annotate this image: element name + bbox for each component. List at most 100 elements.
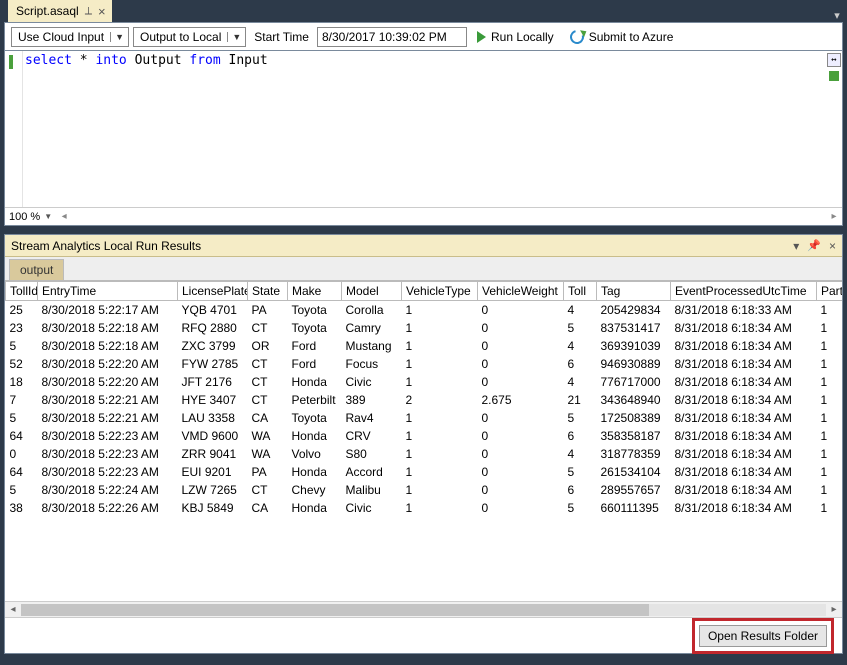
close-icon[interactable]: × xyxy=(98,5,106,18)
query-editor[interactable]: select * into Output from Input ↔ xyxy=(5,51,842,207)
cell: 5 xyxy=(564,409,597,427)
scroll-right-icon[interactable]: ▸ xyxy=(826,604,842,615)
column-header[interactable]: Partition xyxy=(817,282,843,301)
cell: 25 xyxy=(6,301,38,320)
open-results-folder-button[interactable]: Open Results Folder xyxy=(699,625,827,647)
table-row[interactable]: 528/30/2018 5:22:20 AMFYW 2785CTFordFocu… xyxy=(6,355,843,373)
scroll-left-icon[interactable]: ◂ xyxy=(5,604,21,615)
cell: 6 xyxy=(564,427,597,445)
run-locally-button[interactable]: Run Locally xyxy=(471,26,560,48)
column-header[interactable]: EntryTime xyxy=(38,282,178,301)
cell: 289557657 xyxy=(597,481,671,499)
cell: 389 xyxy=(342,391,402,409)
column-header[interactable]: VehicleType xyxy=(402,282,478,301)
zoom-level[interactable]: 100 % xyxy=(5,211,44,223)
scroll-left-icon[interactable]: ◂ xyxy=(56,211,72,222)
table-row[interactable]: 58/30/2018 5:22:24 AMLZW 7265CTChevyMali… xyxy=(6,481,843,499)
cell: Focus xyxy=(342,355,402,373)
zoom-dropdown-icon[interactable]: ▼ xyxy=(44,212,56,221)
document-tab[interactable]: Script.asaql ⟂ × xyxy=(8,0,112,22)
editor-status-bar: 100 % ▼ ◂ ▸ xyxy=(5,207,842,225)
cell: 1 xyxy=(817,499,843,517)
tab-overflow-dropdown-icon[interactable]: ▾ xyxy=(827,9,847,22)
pin-icon[interactable]: 📌 xyxy=(807,239,821,252)
cell: Toyota xyxy=(288,319,342,337)
cell: 8/31/2018 6:18:34 AM xyxy=(671,409,817,427)
table-row[interactable]: 648/30/2018 5:22:23 AMEUI 9201PAHondaAcc… xyxy=(6,463,843,481)
cell: 1 xyxy=(817,463,843,481)
cell: 8/30/2018 5:22:21 AM xyxy=(38,409,178,427)
chevron-down-icon[interactable]: ▼ xyxy=(227,32,245,42)
start-time-label: Start Time xyxy=(250,30,313,44)
results-grid-scroll[interactable]: TollIdEntryTimeLicensePlateStateMakeMode… xyxy=(5,281,842,601)
column-header[interactable]: EventProcessedUtcTime xyxy=(671,282,817,301)
cell: 5 xyxy=(6,337,38,355)
cell: CRV xyxy=(342,427,402,445)
cell: 8/31/2018 6:18:34 AM xyxy=(671,337,817,355)
table-row[interactable]: 188/30/2018 5:22:20 AMJFT 2176CTHondaCiv… xyxy=(6,373,843,391)
cell: Civic xyxy=(342,373,402,391)
cell: 1 xyxy=(817,391,843,409)
cell: 0 xyxy=(478,373,564,391)
column-header[interactable]: State xyxy=(248,282,288,301)
output-target-combo[interactable]: Output to Local ▼ xyxy=(133,27,246,47)
document-tabstrip: Script.asaql ⟂ × ▾ xyxy=(0,0,847,22)
column-header[interactable]: VehicleWeight xyxy=(478,282,564,301)
cell: 0 xyxy=(478,463,564,481)
cell: 38 xyxy=(6,499,38,517)
cell: 4 xyxy=(564,373,597,391)
cell: Mustang xyxy=(342,337,402,355)
query-toolbar: Use Cloud Input ▼ Output to Local ▼ Star… xyxy=(4,22,843,50)
cell: 8/31/2018 6:18:34 AM xyxy=(671,319,817,337)
open-results-folder-label: Open Results Folder xyxy=(708,629,818,643)
window-menu-dropdown-icon[interactable]: ▾ xyxy=(793,239,799,253)
cell: Toyota xyxy=(288,409,342,427)
column-header[interactable]: LicensePlate xyxy=(178,282,248,301)
table-row[interactable]: 388/30/2018 5:22:26 AMKBJ 5849CAHondaCiv… xyxy=(6,499,843,517)
cell: 660111395 xyxy=(597,499,671,517)
cell: CT xyxy=(248,355,288,373)
pin-icon[interactable]: ⟂ xyxy=(85,5,92,18)
input-source-combo[interactable]: Use Cloud Input ▼ xyxy=(11,27,129,47)
close-icon[interactable]: × xyxy=(829,239,836,253)
column-header[interactable]: Toll xyxy=(564,282,597,301)
cell: 7 xyxy=(6,391,38,409)
cell: ZRR 9041 xyxy=(178,445,248,463)
cell: 1 xyxy=(402,337,478,355)
output-tab[interactable]: output xyxy=(9,259,64,280)
query-editor-pane: select * into Output from Input ↔ 100 % … xyxy=(4,50,843,226)
table-row[interactable]: 58/30/2018 5:22:18 AMZXC 3799ORFordMusta… xyxy=(6,337,843,355)
cell: 1 xyxy=(402,319,478,337)
table-row[interactable]: 78/30/2018 5:22:21 AMHYE 3407CTPeterbilt… xyxy=(6,391,843,409)
table-row[interactable]: 258/30/2018 5:22:17 AMYQB 4701PAToyotaCo… xyxy=(6,301,843,320)
chevron-down-icon[interactable]: ▼ xyxy=(110,32,128,42)
column-header[interactable]: Model xyxy=(342,282,402,301)
column-header[interactable]: TollId xyxy=(6,282,38,301)
horizontal-scrollbar[interactable]: ◂ ▸ xyxy=(5,601,842,617)
cell: 0 xyxy=(478,445,564,463)
split-horizontal-icon[interactable]: ↔ xyxy=(827,53,841,67)
results-footer: Open Results Folder xyxy=(5,617,842,653)
cell: Malibu xyxy=(342,481,402,499)
scroll-right-icon[interactable]: ▸ xyxy=(826,211,842,222)
column-header[interactable]: Make xyxy=(288,282,342,301)
cell: 8/30/2018 5:22:17 AM xyxy=(38,301,178,320)
start-time-input[interactable] xyxy=(317,27,467,47)
cell: Volvo xyxy=(288,445,342,463)
cell: 8/31/2018 6:18:34 AM xyxy=(671,499,817,517)
cell: HYE 3407 xyxy=(178,391,248,409)
output-tabstrip: output xyxy=(5,257,842,281)
cell: 5 xyxy=(564,499,597,517)
scrollbar-track[interactable] xyxy=(21,604,826,616)
column-header[interactable]: Tag xyxy=(597,282,671,301)
table-row[interactable]: 58/30/2018 5:22:21 AMLAU 3358CAToyotaRav… xyxy=(6,409,843,427)
cell: 776717000 xyxy=(597,373,671,391)
table-row[interactable]: 238/30/2018 5:22:18 AMRFQ 2880CTToyotaCa… xyxy=(6,319,843,337)
table-row[interactable]: 08/30/2018 5:22:23 AMZRR 9041WAVolvoS801… xyxy=(6,445,843,463)
scrollbar-thumb[interactable] xyxy=(21,604,649,616)
submit-to-azure-button[interactable]: Submit to Azure xyxy=(564,26,680,48)
table-row[interactable]: 648/30/2018 5:22:23 AMVMD 9600WAHondaCRV… xyxy=(6,427,843,445)
cell: 318778359 xyxy=(597,445,671,463)
cell: Toyota xyxy=(288,301,342,320)
cell: Chevy xyxy=(288,481,342,499)
